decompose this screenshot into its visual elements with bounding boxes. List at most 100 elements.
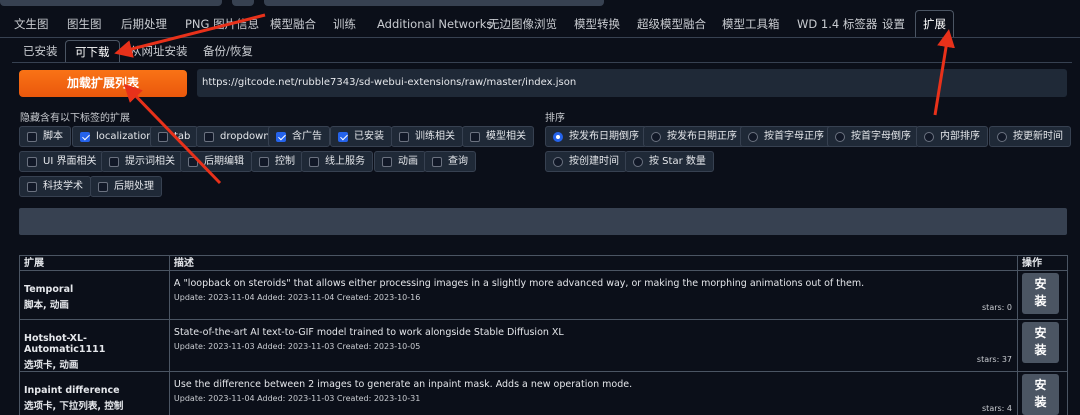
checkbox-icon (27, 157, 37, 167)
subtab-install-from-url[interactable]: 从网址安装 (130, 40, 188, 62)
tag-checkbox-query[interactable]: 查询 (424, 151, 476, 172)
top-button[interactable] (232, 0, 254, 6)
install-button[interactable]: 安 装 (1022, 273, 1060, 314)
install-button[interactable]: 安 装 (1022, 322, 1060, 363)
tab-divider (0, 37, 1080, 38)
sort-label: 排序 (545, 113, 565, 124)
tag-label: 脚本 (43, 131, 63, 142)
tab-model-toolkit[interactable]: 模型工具箱 (722, 11, 780, 37)
sort-label-text: 按首字母倒序 (851, 131, 911, 142)
tag-checkbox-tab[interactable]: tab (150, 126, 199, 147)
tag-checkbox-online[interactable]: 线上服务 (301, 151, 373, 172)
tag-label: 科技学术 (43, 181, 83, 192)
tab-img2img[interactable]: 图生图 (67, 11, 102, 37)
sort-radio-newest-first[interactable]: 按发布日期倒序 (545, 126, 647, 147)
extensions-table: 扩展 描述 操作 Temporal 脚本, 动画 A "loopback on … (19, 255, 1068, 415)
tag-checkbox-models[interactable]: 模型相关 (462, 126, 534, 147)
table-row: Inpaint difference 选项卡, 下拉列表, 控制 Use the… (19, 371, 1068, 415)
checkbox-icon (399, 132, 409, 142)
radio-icon (553, 132, 563, 142)
top-toolbar-strip (0, 0, 1080, 8)
tag-checkbox-script[interactable]: 脚本 (19, 126, 71, 147)
checkbox-icon (382, 157, 392, 167)
subtab-divider (12, 62, 1072, 63)
extension-dates: Update: 2023-11-04 Added: 2023-11-04 Cre… (173, 293, 421, 302)
checkbox-icon (98, 182, 108, 192)
load-extension-list-button[interactable]: 加载扩展列表 (19, 70, 187, 97)
tag-label: 含广告 (292, 131, 322, 142)
sort-radio-oldest-first[interactable]: 按发布日期正序 (643, 126, 745, 147)
extension-cell: Temporal 脚本, 动画 (19, 270, 170, 320)
tab-model-converter[interactable]: 模型转换 (574, 11, 620, 37)
tag-checkbox-science[interactable]: 科技学术 (19, 176, 91, 197)
tag-checkbox-localization[interactable]: localization (72, 126, 161, 147)
subtab-available[interactable]: 可下载 (65, 40, 120, 62)
sort-radio-create-time[interactable]: 按创建时间 (545, 151, 627, 172)
sort-label-text: 按 Star 数量 (649, 156, 706, 167)
sort-label-text: 按发布日期正序 (667, 131, 737, 142)
tag-checkbox-manipulations[interactable]: 控制 (251, 151, 303, 172)
tag-label: 提示词相关 (125, 156, 175, 167)
subtab-backup-restore[interactable]: 备份/恢复 (203, 40, 253, 62)
radio-icon (924, 132, 934, 142)
tag-label: UI 界面相关 (43, 156, 97, 167)
tag-checkbox-ui[interactable]: UI 界面相关 (19, 151, 105, 172)
tab-super-merger[interactable]: 超级模型融合 (637, 11, 706, 37)
extension-index-url-input[interactable] (197, 69, 1067, 97)
status-info-bar (19, 208, 1067, 235)
extension-name-link[interactable]: Inpaint difference (24, 385, 165, 396)
tag-label: 模型相关 (486, 131, 526, 142)
tag-label: tab (174, 131, 191, 142)
extension-cell: Inpaint difference 选项卡, 下拉列表, 控制 (19, 371, 170, 415)
tab-extensions[interactable]: 扩展 (915, 10, 954, 38)
sort-radio-internal[interactable]: 内部排序 (916, 126, 988, 147)
tag-checkbox-editing[interactable]: 后期编辑 (180, 151, 252, 172)
description-cell: Use the difference between 2 images to g… (168, 371, 1019, 415)
tab-settings[interactable]: 设置 (882, 11, 905, 37)
extension-tags: 脚本, 动画 (24, 300, 69, 311)
checkbox-icon (109, 157, 119, 167)
extension-name-link[interactable]: Hotshot-XL-Automatic1111 (24, 333, 165, 355)
checkbox-icon (259, 157, 269, 167)
tab-additional-networks[interactable]: Additional Networks (377, 11, 492, 37)
top-dropdown[interactable] (0, 0, 222, 6)
tag-checkbox-postprocessing[interactable]: 后期处理 (90, 176, 162, 197)
tag-checkbox-installed[interactable]: 已安装 (330, 126, 392, 147)
sort-label-text: 按更新时间 (1013, 131, 1063, 142)
sort-radio-a-z[interactable]: 按首字母正序 (740, 126, 832, 147)
tag-checkbox-prompting[interactable]: 提示词相关 (101, 151, 183, 172)
tab-train[interactable]: 训练 (333, 11, 356, 37)
column-header-action: 操作 (1017, 255, 1068, 271)
tab-checkpoint-merger[interactable]: 模型融合 (270, 11, 316, 37)
tab-wd14-tagger[interactable]: WD 1.4 标签器 (797, 11, 877, 37)
extension-name-link[interactable]: Temporal (24, 284, 165, 295)
checkbox-icon (309, 157, 319, 167)
tag-label: 已安装 (354, 131, 384, 142)
extension-stars: stars: 0 (982, 303, 1013, 312)
extension-tags: 选项卡, 动画 (24, 360, 79, 371)
tag-label: 控制 (275, 156, 295, 167)
sort-radio-stars[interactable]: 按 Star 数量 (625, 151, 714, 172)
install-button[interactable]: 安 装 (1022, 374, 1060, 415)
subtab-installed[interactable]: 已安装 (23, 40, 58, 62)
checkbox-icon (338, 132, 348, 142)
tag-checkbox-animation[interactable]: 动画 (374, 151, 426, 172)
extension-tags: 选项卡, 下拉列表, 控制 (24, 401, 124, 412)
tab-image-browser[interactable]: 无边图像浏览 (488, 11, 557, 37)
radio-icon (997, 132, 1007, 142)
top-dropdown[interactable] (264, 0, 604, 6)
extension-description: A "loopback on steroids" that allows eit… (173, 278, 865, 289)
tab-txt2img[interactable]: 文生图 (14, 11, 49, 37)
tag-checkbox-ads[interactable]: 含广告 (268, 126, 330, 147)
description-cell: A "loopback on steroids" that allows eit… (168, 270, 1019, 320)
tab-png-info[interactable]: PNG 图片信息 (185, 11, 259, 37)
sort-radio-z-a[interactable]: 按首字母倒序 (827, 126, 919, 147)
sort-radio-update-time[interactable]: 按更新时间 (989, 126, 1071, 147)
tag-label: 后期处理 (114, 181, 154, 192)
tag-label: dropdown (220, 131, 270, 142)
tag-checkbox-dropdown[interactable]: dropdown (196, 126, 278, 147)
sort-label-text: 按发布日期倒序 (569, 131, 639, 142)
radio-icon (748, 132, 758, 142)
tag-checkbox-training[interactable]: 训练相关 (391, 126, 463, 147)
tab-extras[interactable]: 后期处理 (121, 11, 167, 37)
